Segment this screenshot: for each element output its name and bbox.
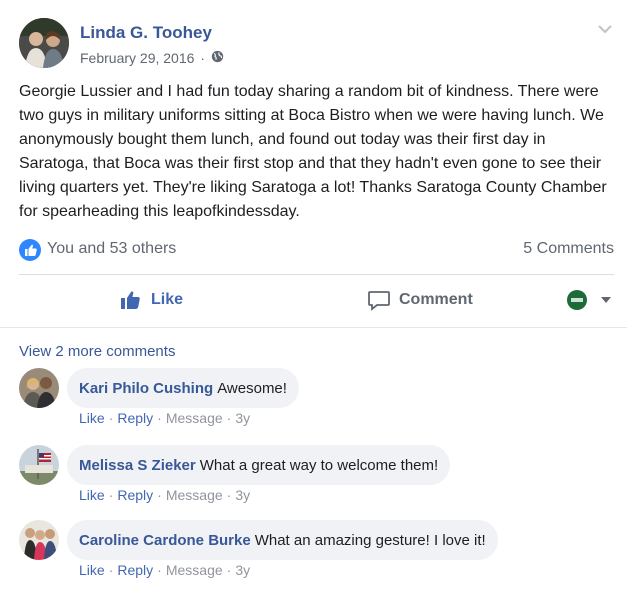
divider — [0, 327, 627, 328]
comment-like-link[interactable]: Like — [79, 410, 105, 426]
comment-label: Comment — [399, 291, 473, 308]
divider — [19, 274, 614, 275]
like-reaction-icon[interactable] — [19, 239, 41, 261]
author-avatar[interactable] — [19, 18, 69, 68]
post-header: Linda G. Toohey February 29, 2016 · — [19, 18, 612, 70]
commenter-name[interactable]: Caroline Cardone Burke — [79, 532, 251, 549]
comment-text: What a great way to welcome them! — [199, 456, 439, 474]
comment-bubble: Melissa S Zieker What a great way to wel… — [67, 445, 451, 485]
globe-icon[interactable] — [211, 50, 224, 66]
like-label: Like — [151, 291, 184, 308]
commenter-name[interactable]: Kari Philo Cushing — [79, 380, 213, 397]
comment-age[interactable]: 3y — [235, 487, 250, 503]
comment-reply-link[interactable]: Reply — [117, 562, 153, 578]
commenter-avatar[interactable] — [19, 445, 59, 485]
post-text: Georgie Lussier and I had fun today shar… — [19, 83, 607, 220]
comment-icon — [368, 291, 390, 311]
comment-message-link[interactable]: Message — [166, 410, 223, 426]
comment: Melissa S Zieker What a great way to wel… — [19, 445, 619, 507]
comment-actions: Like · Reply · Message · 3y — [79, 487, 251, 503]
comment-message-link[interactable]: Message — [166, 487, 223, 503]
comment-age[interactable]: 3y — [235, 562, 250, 578]
author-name[interactable]: Linda G. Toohey — [80, 23, 212, 43]
comment-like-link[interactable]: Like — [79, 562, 105, 578]
comment-actions: Like · Reply · Message · 3y — [79, 410, 251, 426]
reactions-text[interactable]: You and 53 others — [47, 240, 176, 258]
page-avatar-icon — [567, 290, 587, 310]
commenter-avatar[interactable] — [19, 368, 59, 408]
like-button[interactable]: Like — [119, 280, 183, 320]
chevron-down-icon[interactable] — [597, 22, 613, 34]
comment-reply-link[interactable]: Reply — [117, 410, 153, 426]
facebook-post: Linda G. Toohey February 29, 2016 · Geor… — [0, 0, 627, 591]
comment-like-link[interactable]: Like — [79, 487, 105, 503]
comment: Caroline Cardone Burke What an amazing g… — [19, 520, 619, 582]
comment-button[interactable]: Comment — [367, 280, 473, 320]
comment-reply-link[interactable]: Reply — [117, 487, 153, 503]
comment-age[interactable]: 3y — [235, 410, 250, 426]
view-more-comments-link[interactable]: View 2 more comments — [19, 343, 175, 360]
comments-count[interactable]: 5 Comments — [523, 240, 614, 258]
commenter-avatar[interactable] — [19, 520, 59, 560]
meta-separator: · — [200, 50, 206, 66]
page-selector[interactable] — [566, 280, 620, 320]
action-bar: Like Comment — [19, 280, 614, 320]
comment-bubble: Caroline Cardone Burke What an amazing g… — [67, 520, 498, 560]
caret-down-icon — [601, 297, 611, 303]
comment-message-link[interactable]: Message — [166, 562, 223, 578]
comment: Kari Philo Cushing Awesome! Like · Reply · M… — [19, 368, 619, 430]
comment-actions: Like · Reply · Message · 3y — [79, 562, 251, 578]
comment-text: What an amazing gesture! I love it! — [254, 531, 486, 549]
thumbs-up-icon — [121, 291, 140, 309]
post-date[interactable]: February 29, 2016 — [80, 50, 194, 66]
post-meta: February 29, 2016 · — [80, 50, 224, 66]
comment-text: Awesome! — [217, 379, 287, 397]
reactions-bar: You and 53 others 5 Comments — [19, 238, 614, 262]
commenter-name[interactable]: Melissa S Zieker — [79, 457, 196, 474]
comment-bubble: Kari Philo Cushing Awesome! — [67, 368, 299, 408]
